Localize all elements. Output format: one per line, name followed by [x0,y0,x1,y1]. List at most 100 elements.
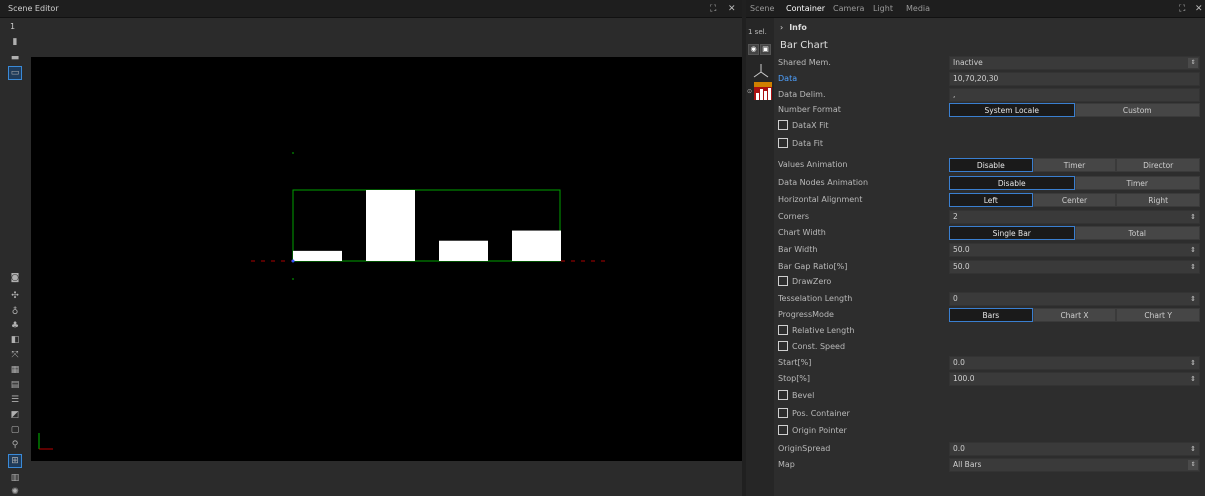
row-data-nodes-animation: Data Nodes Animation Disable Timer [774,175,1205,191]
const-speed-checkbox[interactable] [778,341,788,351]
expand-icon[interactable]: ⛶ [1179,0,1185,18]
relative-length-checkbox[interactable] [778,325,788,335]
values-animation-timer[interactable]: Timer [1032,158,1117,172]
film-icon[interactable]: ▬ [9,52,21,64]
pos-container-checkbox[interactable] [778,408,788,418]
horizontal-alignment-center[interactable]: Center [1032,193,1117,207]
spin-arrows-icon[interactable]: ⇕ [1190,373,1196,385]
spin-arrows-icon[interactable]: ⇕ [1190,443,1196,455]
tesselation-length-label: Tesselation Length [778,294,853,303]
chart-icon[interactable]: ▥ [9,472,21,484]
row-bevel: Bevel [774,388,1205,404]
close-icon[interactable]: ✕ [1195,0,1203,18]
eye-icon[interactable]: ◉ [748,44,759,55]
chart-width-total[interactable]: Total [1074,226,1200,240]
bevel-checkbox[interactable] [778,390,788,400]
tesselation-length-spinbox[interactable]: 0 ⇕ [949,292,1200,306]
map-dropdown[interactable]: All Bars ⇕ [949,458,1200,472]
people-icon[interactable]: ♣ [9,320,21,332]
progress-mode-chart-y[interactable]: Chart Y [1116,308,1201,322]
scene-editor-tab[interactable]: Scene Editor [4,0,63,18]
list-icon[interactable]: ☰ [9,394,21,406]
shared-mem-dropdown[interactable]: Inactive ⇕ [949,56,1200,70]
horizontal-alignment-left[interactable]: Left [949,193,1033,207]
grid-people-icon[interactable]: ▦ [9,364,21,376]
thumbnail-dot-icon: ⊙ [747,88,753,95]
data-fit-checkbox[interactable] [778,138,788,148]
spin-arrows-icon[interactable]: ⇕ [1190,244,1196,256]
values-animation-director[interactable]: Director [1116,158,1201,172]
tab-scene[interactable]: Scene [750,0,774,18]
scene-editor-panel: Scene Editor ⛶ ✕ 1 ▮ ▬ ▭ ◙ ✣ ♁ ♣ ◧ ⤧ ▦ ▤… [0,0,742,496]
row-chart-width: Chart Width Single Bar Total [774,225,1205,241]
spin-arrows-icon[interactable]: ⇕ [1190,357,1196,369]
properties-sidebar: 1 sel. ◉ ▣ ⊙ [746,18,774,496]
row-number-format: Number Format System Locale Custom [774,102,1205,118]
spin-arrows-icon[interactable]: ⇕ [1190,293,1196,305]
row-horizontal-alignment: Horizontal Alignment Left Center Right [774,192,1205,208]
snapshot-icon[interactable]: ◙ [9,272,21,284]
datax-fit-checkbox[interactable] [778,120,788,130]
stop-spinbox[interactable]: 100.0 ⇕ [949,372,1200,386]
tab-container[interactable]: Container [786,0,825,18]
progress-mode-toggle: Bars Chart X Chart Y [949,308,1201,322]
bar-gap-ratio-spinbox[interactable]: 50.0 ⇕ [949,260,1200,274]
spin-arrows-icon[interactable]: ⇕ [1190,211,1196,223]
bar-chart-plugin-icon[interactable] [754,82,772,100]
start-value: 0.0 [953,358,965,367]
corners-spinbox[interactable]: 2 ⇕ [949,210,1200,224]
chevron-right-icon: › [780,23,784,32]
number-format-system-locale[interactable]: System Locale [949,103,1075,117]
progress-mode-chart-x[interactable]: Chart X [1032,308,1117,322]
lock-icon[interactable]: ▣ [760,44,771,55]
half-square-icon[interactable]: ◩ [9,409,21,421]
row-draw-zero: DrawZero [774,274,1205,290]
expand-icon[interactable]: ⛶ [710,0,716,18]
layout-icon[interactable]: ▮ [9,36,21,48]
data-delim-input[interactable]: , [949,88,1200,102]
horizontal-alignment-right[interactable]: Right [1116,193,1201,207]
bar-3 [439,240,488,261]
row-const-speed: Const. Speed [774,339,1205,355]
row-values-animation: Values Animation Disable Timer Director [774,157,1205,173]
scene-viewport[interactable] [31,57,742,461]
bar-4 [512,230,561,261]
data-label: Data [778,74,798,83]
tab-light[interactable]: Light [873,0,893,18]
tab-media[interactable]: Media [906,0,930,18]
tab-camera[interactable]: Camera [833,0,864,18]
row-data: Data 10,70,20,30 [774,71,1205,87]
axis-gizmo-icon [753,64,769,78]
origin-pointer-checkbox[interactable] [778,425,788,435]
data-nodes-animation-timer[interactable]: Timer [1074,176,1200,190]
monitor-icon[interactable]: ▭ [8,66,22,80]
transform-icon[interactable]: ✣ [9,290,21,302]
origin-spread-spinbox[interactable]: 0.0 ⇕ [949,442,1200,456]
chart-width-toggle: Single Bar Total [949,226,1200,240]
spin-arrows-icon[interactable]: ⇕ [1190,261,1196,273]
target-icon[interactable]: ✺ [9,486,21,496]
view-number: 1 [10,22,16,31]
datax-fit-label: DataX Fit [792,121,829,130]
row-relative-length: Relative Length [774,323,1205,339]
contrast-icon[interactable]: ◧ [9,334,21,346]
data-nodes-animation-disable[interactable]: Disable [949,176,1075,190]
values-animation-disable[interactable]: Disable [949,158,1033,172]
number-format-custom[interactable]: Custom [1074,103,1200,117]
axes-icon[interactable]: ⤧ [9,349,21,361]
rectangle-icon[interactable]: ▢ [9,424,21,436]
bar-width-spinbox[interactable]: 50.0 ⇕ [949,243,1200,257]
grid-icon[interactable]: ⊞ [8,454,22,468]
pin-icon[interactable]: ⚲ [9,439,21,451]
draw-zero-checkbox[interactable] [778,276,788,286]
info-section-header[interactable]: › Info [774,20,807,36]
bar-width-value: 50.0 [953,245,970,254]
close-icon[interactable]: ✕ [728,0,736,18]
light-bulb-icon[interactable]: ♁ [9,306,21,318]
chart-width-single-bar[interactable]: Single Bar [949,226,1075,240]
progress-mode-bars[interactable]: Bars [949,308,1033,322]
start-spinbox[interactable]: 0.0 ⇕ [949,356,1200,370]
panel-icon[interactable]: ▤ [9,379,21,391]
data-input[interactable]: 10,70,20,30 [949,72,1200,86]
updown-arrow-icon: ⇕ [1188,58,1198,68]
